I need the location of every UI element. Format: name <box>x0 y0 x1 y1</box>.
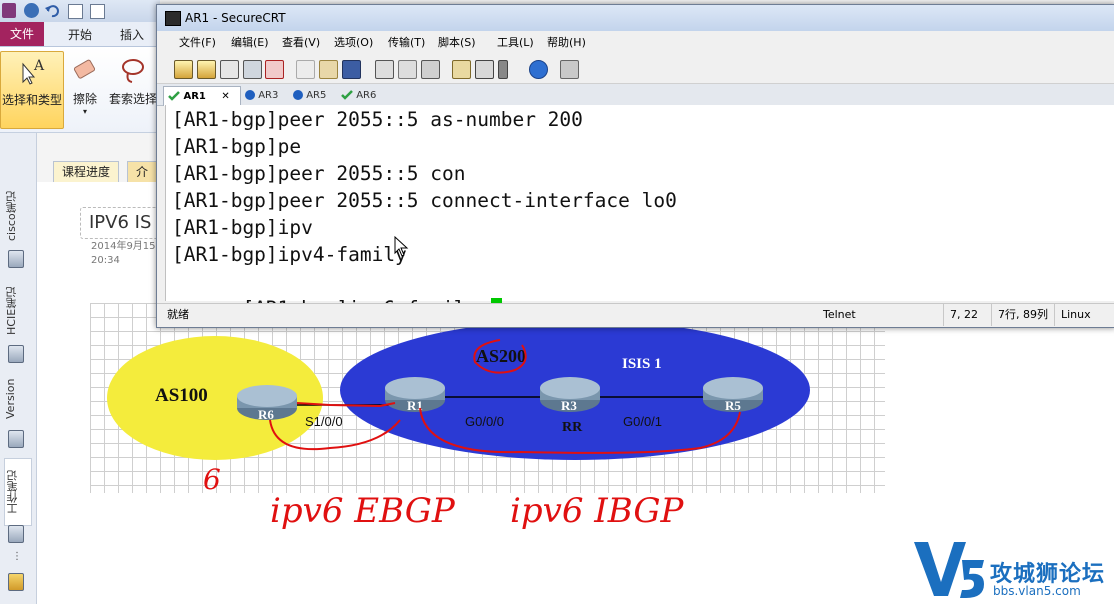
rr-label: RR <box>562 420 583 435</box>
quick-connect-icon[interactable] <box>197 60 216 79</box>
menu-tools[interactable]: 工具(L) <box>497 32 534 54</box>
connect-tab-icon[interactable] <box>220 60 239 79</box>
status-os: Linux <box>1054 304 1111 326</box>
terminal-prompt-line: [AR1-bgp]ipv6-family <box>172 268 502 322</box>
router-r6-label: R6 <box>258 407 274 422</box>
terminal-line: [AR1-bgp]pe <box>172 135 302 158</box>
terminal-line: [AR1-bgp]peer 2055::5 connect-interface … <box>172 189 677 212</box>
securecrt-app-icon <box>165 11 181 26</box>
connect-icon[interactable] <box>174 60 193 79</box>
tab-ar5-label: AR5 <box>306 90 327 101</box>
info-icon <box>245 90 255 100</box>
tab-ar1[interactable]: AR1 ✕ <box>163 86 241 106</box>
as100-label: AS100 <box>155 385 208 406</box>
print-selection-icon[interactable] <box>398 60 417 79</box>
tab-ar3-label: AR3 <box>258 90 279 101</box>
session-tabs: AR1 ✕ AR3 AR5 AR6 <box>157 84 1114 106</box>
tab-ar3[interactable]: AR3 <box>241 86 293 105</box>
watermark-url: bbs.vlan5.com <box>993 584 1081 598</box>
tab-ar5[interactable]: AR5 <box>289 86 341 105</box>
terminal-line: [AR1-bgp]peer 2055::5 as-number 200 <box>172 108 583 131</box>
mouse-pointer-icon <box>394 236 409 257</box>
info-icon <box>293 90 303 100</box>
reconnect-icon[interactable] <box>243 60 262 79</box>
as200-label: AS200 <box>476 346 526 366</box>
menu-view[interactable]: 查看(V) <box>282 32 320 54</box>
status-position: 7, 22 <box>943 304 990 326</box>
interface-g001: G0/0/1 <box>623 414 662 429</box>
status-protocol: Telnet <box>823 308 856 321</box>
terminal-line: [AR1-bgp]peer 2055::5 con <box>172 162 466 185</box>
window-title: AR1 - SecureCRT <box>185 11 286 25</box>
menu-script[interactable]: 脚本(S) <box>438 32 476 54</box>
annotation-ipv6-ebgp: ipv6 EBGP <box>270 491 456 531</box>
checkmark-icon <box>168 91 180 101</box>
status-bar: 就绪 Telnet 7, 22 7行, 89列 Linux <box>157 303 1114 326</box>
tab-ar1-label: AR1 <box>183 91 206 102</box>
terminal-line: [AR1-bgp]ipv <box>172 216 313 239</box>
printer-icon[interactable] <box>421 60 440 79</box>
disconnect-icon[interactable] <box>265 60 284 79</box>
paste-icon[interactable] <box>319 60 338 79</box>
print-icon[interactable] <box>375 60 394 79</box>
tab-ar6-label: AR6 <box>356 90 377 101</box>
copy-icon[interactable] <box>296 60 315 79</box>
router-r3-label: R3 <box>561 398 577 413</box>
terminal-output[interactable]: [AR1-bgp]peer 2055::5 as-number 200 [AR1… <box>165 105 1114 322</box>
securecrt-window: AR1 - SecureCRT 文件(F) 编辑(E) 查看(V) 选项(O) … <box>156 4 1114 328</box>
annotation-6: 6 <box>203 463 221 496</box>
menu-help[interactable]: 帮助(H) <box>547 32 586 54</box>
global-options-icon[interactable] <box>475 60 494 79</box>
router-r5: R5 <box>703 377 763 413</box>
close-tab-icon[interactable]: ✕ <box>221 91 229 102</box>
router-r6: R6 <box>237 385 297 422</box>
interface-g000: G0/0/0 <box>465 414 504 429</box>
securecrt-titlebar[interactable]: AR1 - SecureCRT <box>157 5 1114 31</box>
annotation-ipv6-ibgp: ipv6 IBGP <box>510 491 684 531</box>
status-size: 7行, 89列 <box>991 304 1054 326</box>
terminal-line: [AR1-bgp]ipv4-family <box>172 243 407 266</box>
router-r1: R1 <box>385 377 445 413</box>
session-options-icon[interactable] <box>452 60 471 79</box>
keymap-icon[interactable] <box>498 60 508 79</box>
toolbar <box>157 55 1114 84</box>
menu-bar: 文件(F) 编辑(E) 查看(V) 选项(O) 传输(T) 脚本(S) 工具(L… <box>157 32 1114 54</box>
menu-edit[interactable]: 编辑(E) <box>231 32 269 54</box>
router-r3: R3 <box>540 377 600 413</box>
help-icon[interactable] <box>529 60 548 79</box>
router-r5-label: R5 <box>725 398 741 413</box>
checkmark-icon <box>341 90 353 100</box>
tab-ar6[interactable]: AR6 <box>337 86 389 105</box>
isis-label: ISIS 1 <box>622 356 662 372</box>
find-icon[interactable] <box>342 60 361 79</box>
status-ready: 就绪 <box>167 308 189 321</box>
menu-file[interactable]: 文件(F) <box>179 32 216 54</box>
menu-transfer[interactable]: 传输(T) <box>388 32 425 54</box>
menu-options[interactable]: 选项(O) <box>334 32 373 54</box>
sftp-icon[interactable] <box>560 60 579 79</box>
v5-logo <box>914 542 984 598</box>
interface-s100: S1/0/0 <box>305 414 343 429</box>
